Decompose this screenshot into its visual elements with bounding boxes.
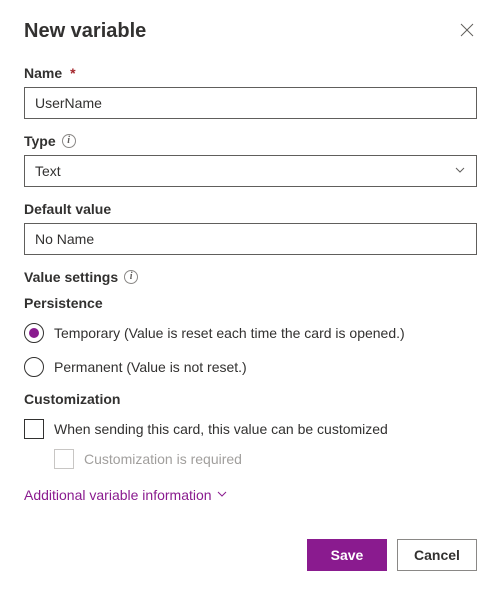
close-icon [460, 23, 474, 40]
checkbox-icon [24, 419, 44, 439]
chevron-down-icon [454, 163, 466, 179]
required-indicator: * [70, 65, 75, 81]
info-icon[interactable]: i [124, 270, 138, 284]
radio-button-icon [24, 323, 44, 343]
save-button[interactable]: Save [307, 539, 387, 571]
name-label-text: Name [24, 65, 62, 81]
default-value-label-text: Default value [24, 201, 111, 217]
chevron-down-icon [216, 487, 228, 503]
close-button[interactable] [457, 22, 477, 42]
name-label: Name * [24, 65, 477, 81]
radio-permanent-label: Permanent (Value is not reset.) [54, 359, 247, 375]
value-settings-label-text: Value settings [24, 269, 118, 285]
radio-button-icon [24, 357, 44, 377]
dialog-title: New variable [24, 20, 146, 43]
value-settings-label: Value settings i [24, 269, 477, 285]
radio-temporary[interactable]: Temporary (Value is reset each time the … [24, 323, 477, 343]
type-label-text: Type [24, 133, 56, 149]
default-value-label: Default value [24, 201, 477, 217]
radio-temporary-label: Temporary (Value is reset each time the … [54, 325, 405, 341]
radio-permanent[interactable]: Permanent (Value is not reset.) [24, 357, 477, 377]
additional-info-toggle[interactable]: Additional variable information [24, 487, 477, 503]
type-select[interactable]: Text [24, 155, 477, 187]
checkbox-customize-label: When sending this card, this value can b… [54, 421, 388, 437]
type-select-value: Text [35, 163, 61, 179]
additional-info-label: Additional variable information [24, 487, 212, 503]
info-icon[interactable]: i [62, 134, 76, 148]
checkbox-icon [54, 449, 74, 469]
customization-label: Customization [24, 391, 477, 407]
checkbox-customize[interactable]: When sending this card, this value can b… [24, 419, 477, 439]
persistence-label: Persistence [24, 295, 477, 311]
checkbox-required-label: Customization is required [84, 451, 242, 467]
type-label: Type i [24, 133, 477, 149]
default-value-input[interactable] [24, 223, 477, 255]
checkbox-required: Customization is required [54, 449, 477, 469]
name-input[interactable] [24, 87, 477, 119]
cancel-button[interactable]: Cancel [397, 539, 477, 571]
